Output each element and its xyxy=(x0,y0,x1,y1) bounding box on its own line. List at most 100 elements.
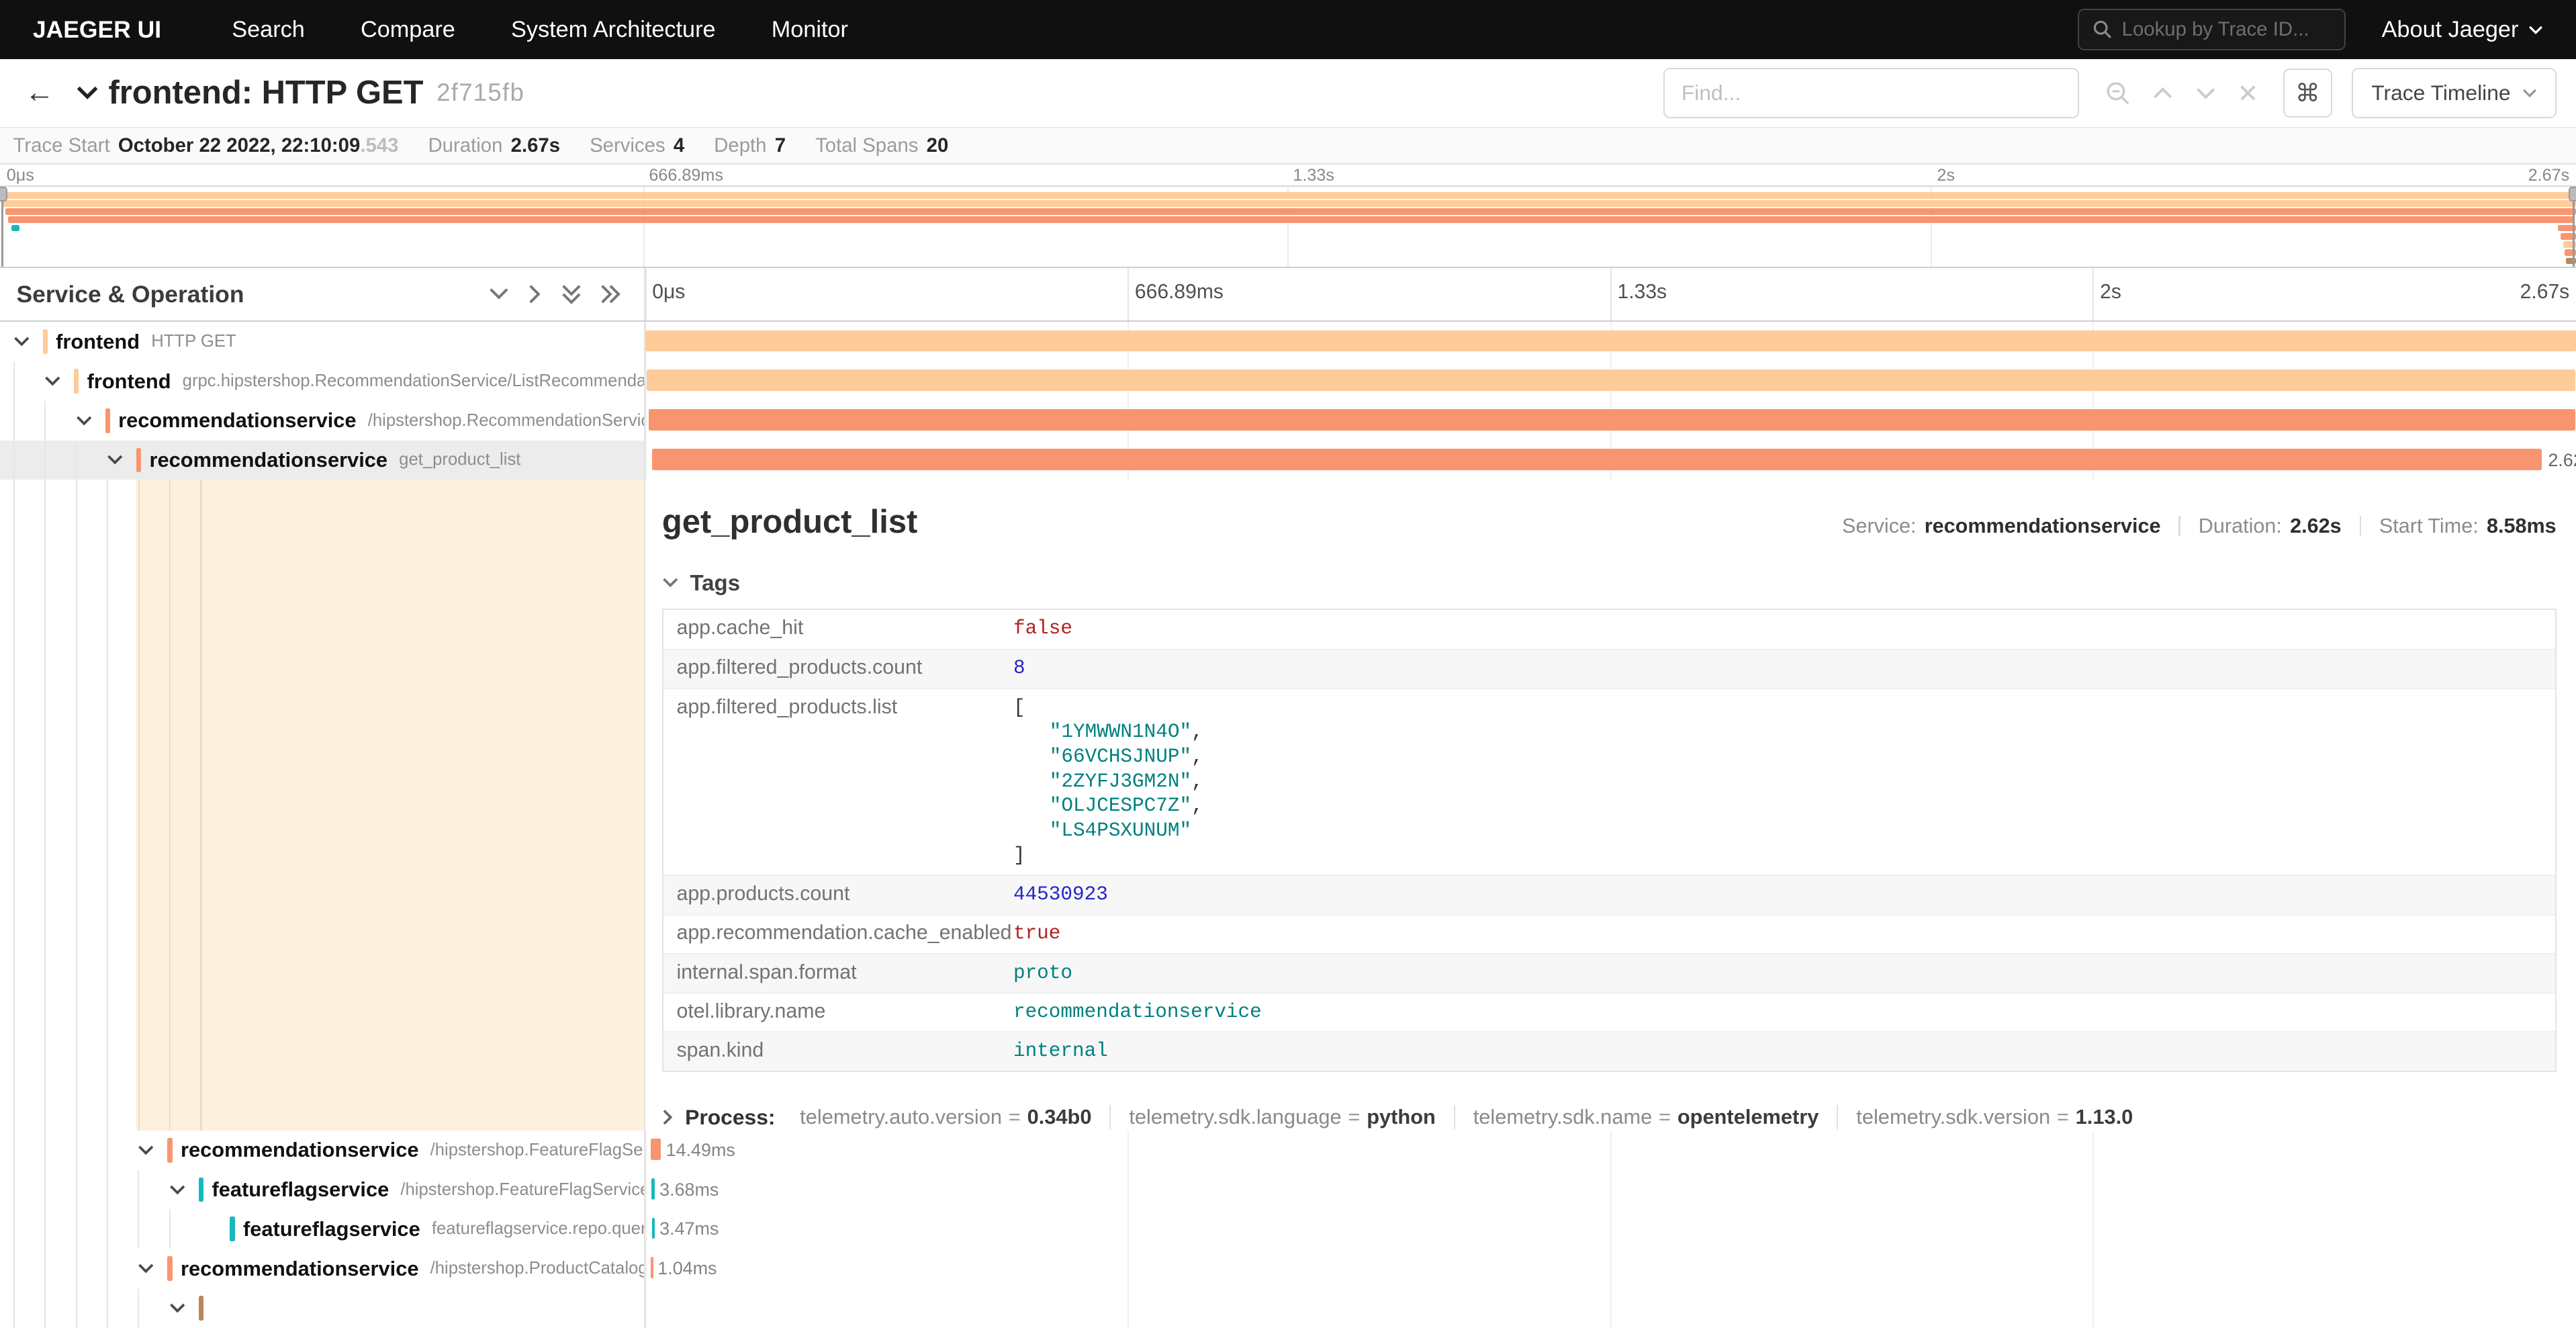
span-bar-track[interactable]: 1.04ms xyxy=(645,1249,2576,1288)
row-collapse-chevron[interactable] xyxy=(169,1184,199,1196)
expand-one-level-icon[interactable] xyxy=(528,283,543,305)
minimap-right-scrubber[interactable] xyxy=(2573,187,2574,266)
tag-row: app.cache_hit false xyxy=(663,610,2555,648)
tag-row: span.kind internal xyxy=(663,1031,2555,1070)
span-row[interactable]: frontend grpc.hipstershop.Recommendation… xyxy=(0,361,2576,401)
nav-item-compare[interactable]: Compare xyxy=(332,0,483,59)
jaeger-logo[interactable]: JAEGER UI xyxy=(0,16,204,44)
nav-item-monitor[interactable]: Monitor xyxy=(743,0,876,59)
span-bar[interactable] xyxy=(651,1257,653,1278)
process-accordion-header[interactable]: Process: telemetry.auto.version=0.34b0 t… xyxy=(662,1105,2557,1130)
tag-row: app.recommendation.cache_enabled true xyxy=(663,914,2555,953)
trace-summary-bar: Trace StartOctober 22 2022, 22:10:09.543… xyxy=(0,128,2576,165)
span-bar-track[interactable] xyxy=(645,1288,2576,1328)
zoom-out-icon[interactable] xyxy=(2105,81,2130,105)
service-operation-header: Service & Operation xyxy=(16,281,244,308)
back-button[interactable]: ← xyxy=(16,76,62,109)
service-color-strip xyxy=(136,448,141,473)
span-row[interactable]: recommendationservice /hipstershop.Recom… xyxy=(0,401,2576,441)
nav-item-system-architecture[interactable]: System Architecture xyxy=(483,0,743,59)
span-bar[interactable] xyxy=(651,1178,655,1200)
find-input[interactable] xyxy=(1663,68,2079,119)
span-bar[interactable] xyxy=(649,409,2575,431)
span-row[interactable]: frontend HTTP GET xyxy=(0,322,2576,361)
timeline-time-axis: 0μs 666.89ms 1.33s 2s 2.67s xyxy=(645,268,2576,321)
minimap-span xyxy=(0,192,2576,199)
row-collapse-chevron[interactable] xyxy=(138,1145,167,1156)
service-color-strip xyxy=(74,369,79,394)
next-result-icon[interactable] xyxy=(2196,87,2215,100)
row-collapse-chevron[interactable] xyxy=(169,1302,199,1314)
span-bar-track[interactable]: 14.49ms xyxy=(645,1131,2576,1170)
span-duration-label: 2.62s xyxy=(2548,441,2576,480)
span-bar-track[interactable] xyxy=(645,322,2576,361)
span-row[interactable]: recommendationservice /hipstershop.Produ… xyxy=(0,1249,2576,1288)
span-row-partial[interactable] xyxy=(0,1288,2576,1328)
span-detail-row: get_product_list Service: recommendation… xyxy=(0,480,2576,1131)
span-bar-track[interactable]: 3.68ms xyxy=(645,1170,2576,1210)
service-color-strip xyxy=(43,329,48,354)
span-bar[interactable] xyxy=(652,1218,655,1239)
span-bar[interactable] xyxy=(651,1139,661,1160)
span-row[interactable]: recommendationservice /hipstershop.Featu… xyxy=(0,1131,2576,1170)
top-nav: JAEGER UI Search Compare System Architec… xyxy=(0,0,2576,59)
service-color-strip xyxy=(105,408,110,433)
span-bar-track[interactable] xyxy=(645,361,2576,401)
collapse-one-level-icon[interactable] xyxy=(488,287,510,302)
expand-all-icon[interactable] xyxy=(600,283,621,305)
minimap-span xyxy=(1,200,2576,207)
process-item: telemetry.auto.version=0.34b0 xyxy=(782,1105,1109,1129)
operation-name: featureflagservice.repo.query:fe… xyxy=(432,1219,645,1239)
trace-lookup-box[interactable] xyxy=(2078,9,2346,50)
trace-duration: Duration2.67s xyxy=(428,134,560,157)
service-name: recommendationservice xyxy=(181,1138,419,1162)
minimap-time-axis: 0μs 666.89ms 1.33s 2s 2.67s xyxy=(0,165,2576,186)
span-row-selected[interactable]: recommendationservice get_product_list 2… xyxy=(0,441,2576,480)
span-bar-track[interactable]: 3.47ms xyxy=(645,1209,2576,1249)
span-bar-track[interactable] xyxy=(645,401,2576,441)
about-jaeger-menu[interactable]: About Jaeger xyxy=(2382,17,2576,43)
row-collapse-chevron[interactable] xyxy=(138,1263,167,1274)
minimap-canvas[interactable] xyxy=(0,185,2576,267)
span-bar[interactable] xyxy=(647,369,2575,391)
tag-row: app.products.count 44530923 xyxy=(663,875,2555,914)
collapse-all-icon[interactable] xyxy=(561,283,582,305)
operation-name: get_product_list xyxy=(399,450,520,470)
tag-row: otel.library.name recommendationservice xyxy=(663,992,2555,1031)
nav-item-search[interactable]: Search xyxy=(204,0,333,59)
trace-title: frontend: HTTP GET xyxy=(108,74,423,112)
chevron-right-icon xyxy=(662,1109,674,1125)
operation-name: /hipstershop.ProductCatalogSer… xyxy=(430,1259,645,1278)
process-item: telemetry.sdk.language=python xyxy=(1109,1105,1453,1129)
service-name: frontend xyxy=(87,369,171,394)
trace-services: Services4 xyxy=(590,134,684,157)
span-bar[interactable] xyxy=(652,449,2542,470)
row-collapse-chevron[interactable] xyxy=(44,375,74,387)
trace-collapse-chevron[interactable] xyxy=(76,85,99,100)
row-collapse-chevron[interactable] xyxy=(76,415,105,427)
span-row[interactable]: featureflagservice /hipstershop.FeatureF… xyxy=(0,1170,2576,1210)
prev-result-icon[interactable] xyxy=(2153,87,2172,100)
chevron-down-icon xyxy=(2522,88,2537,98)
chevron-down-icon xyxy=(2528,25,2543,35)
operation-name: /hipstershop.FeatureFlagService… xyxy=(430,1141,645,1160)
trace-view-selector[interactable]: Trace Timeline xyxy=(2352,68,2556,119)
tag-row: internal.span.format proto xyxy=(663,953,2555,992)
tags-accordion-header[interactable]: Tags xyxy=(662,570,2557,596)
span-bar[interactable] xyxy=(645,330,2576,352)
service-name: recommendationservice xyxy=(118,408,357,433)
span-duration-label: 3.47ms xyxy=(659,1209,719,1249)
trace-lookup-input[interactable] xyxy=(2122,18,2332,41)
service-color-strip xyxy=(167,1256,172,1281)
row-collapse-chevron[interactable] xyxy=(13,336,43,347)
clear-find-icon[interactable] xyxy=(2239,84,2257,102)
minimap-span xyxy=(11,225,19,232)
minimap-left-scrubber[interactable] xyxy=(1,187,3,266)
span-bar-track[interactable]: 2.62s xyxy=(645,441,2576,480)
search-icon xyxy=(2092,19,2112,39)
trace-header: ← frontend: HTTP GET 2f715fb ⌘ Trace Tim… xyxy=(0,59,2576,128)
process-item: telemetry.sdk.name=opentelemetry xyxy=(1454,1105,1837,1129)
span-row[interactable]: featureflagservice featureflagservice.re… xyxy=(0,1209,2576,1249)
keyboard-shortcuts-button[interactable]: ⌘ xyxy=(2283,69,2332,118)
row-collapse-chevron[interactable] xyxy=(107,454,136,466)
